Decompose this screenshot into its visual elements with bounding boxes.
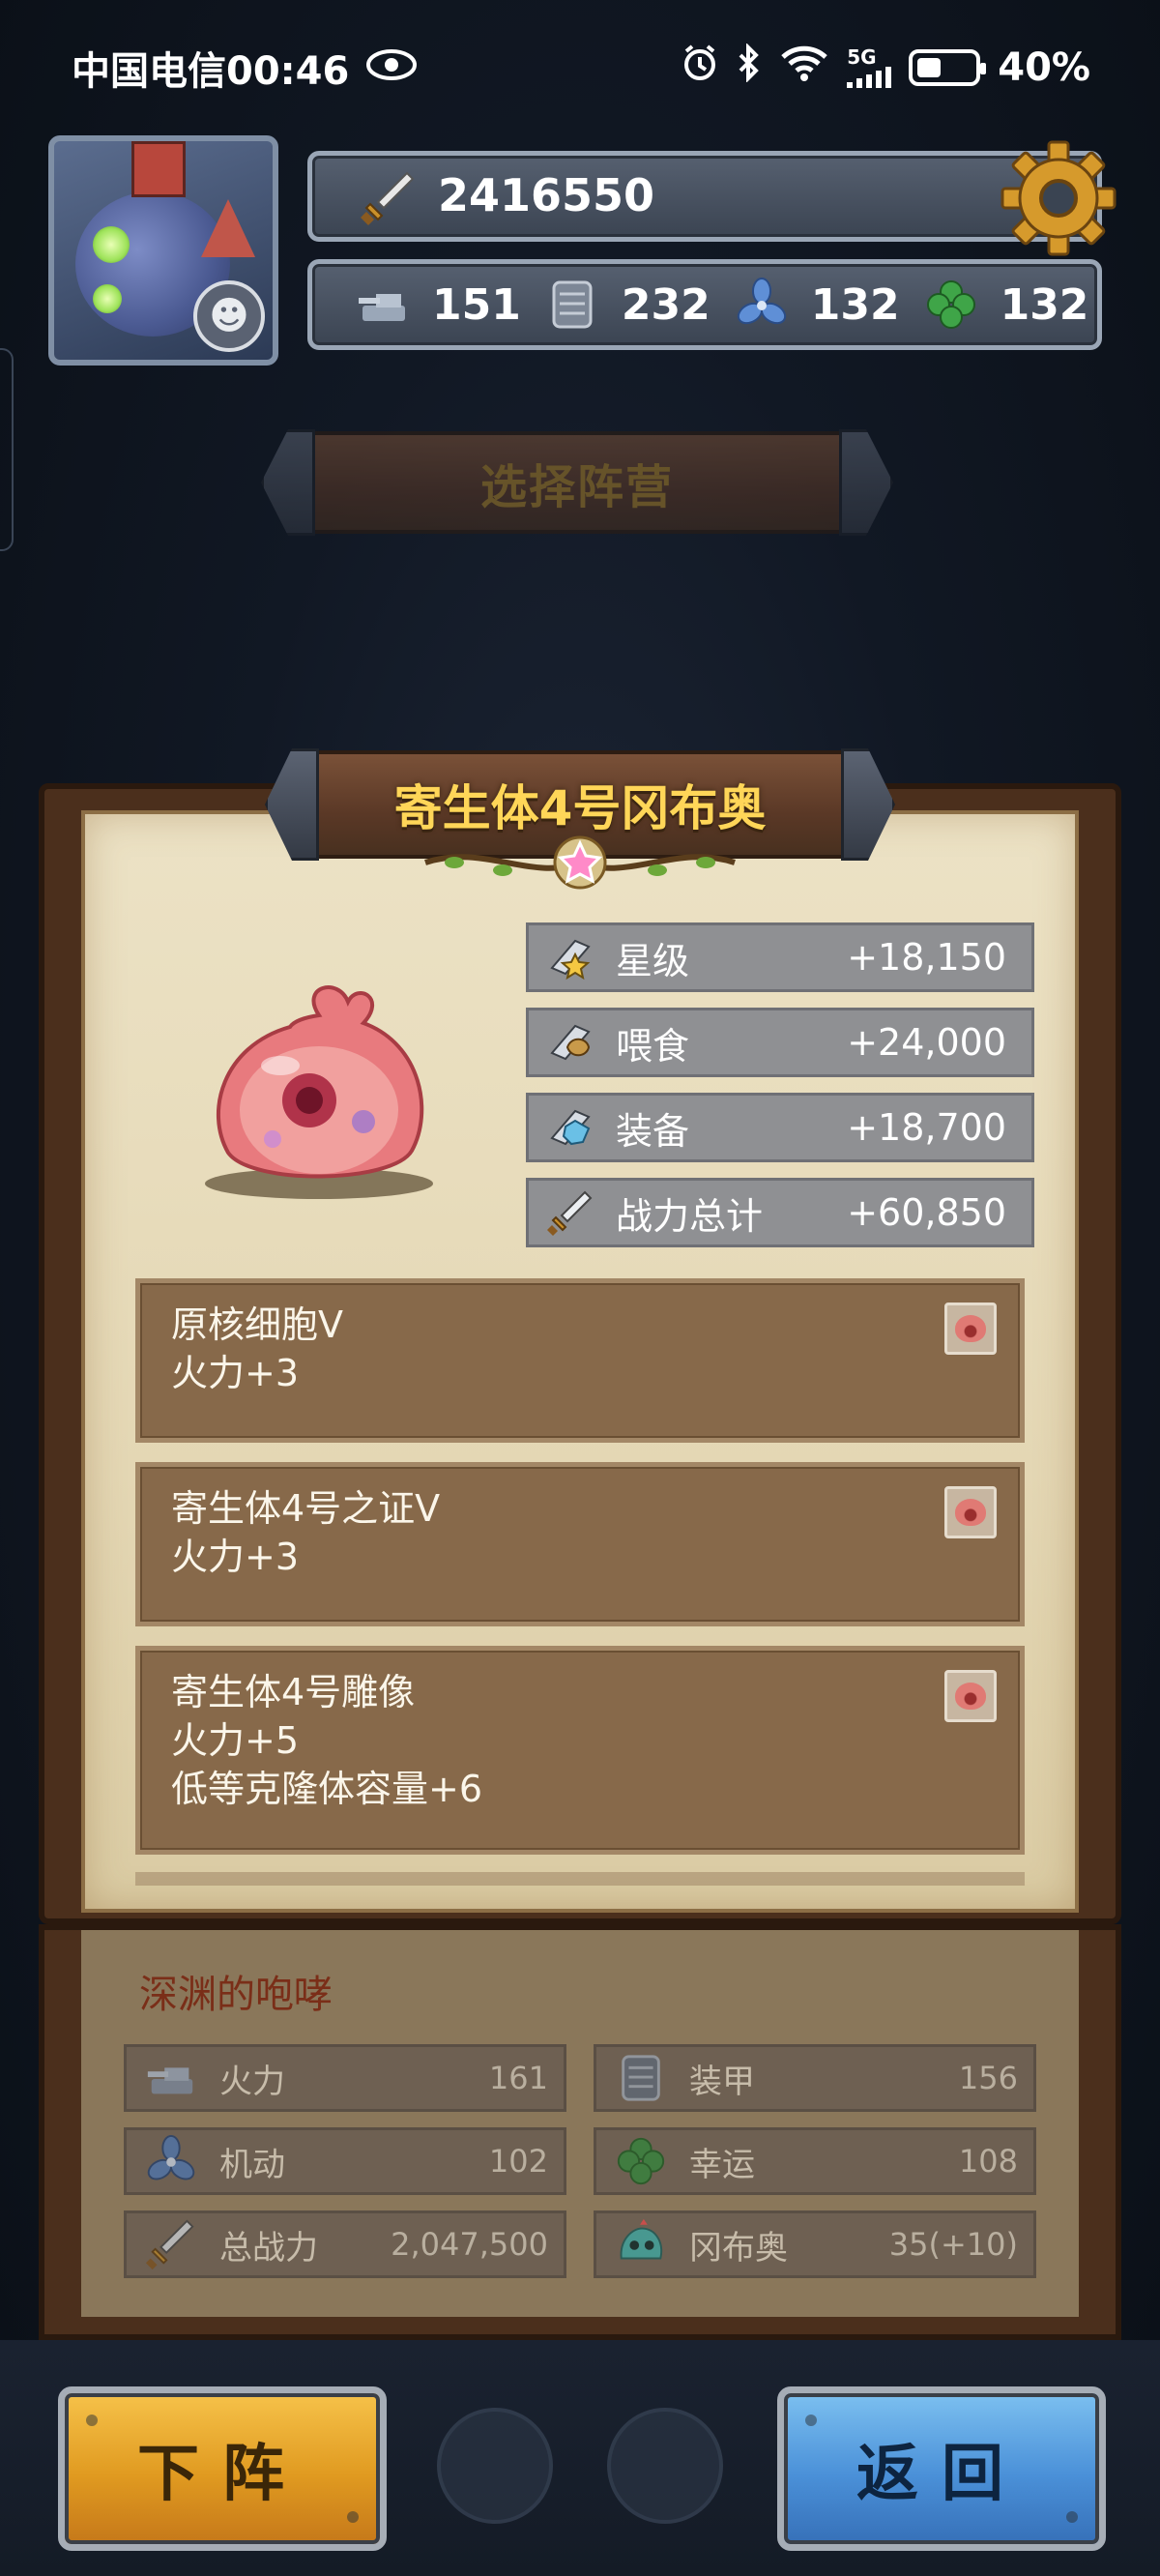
team-attr-firepower: 火力 161 xyxy=(124,2044,566,2112)
status-bar: 中国电信00:46 5G 40% xyxy=(0,0,1160,135)
star-wing-icon xyxy=(550,939,591,981)
skill-title: 原核细胞Ⅴ xyxy=(171,1303,343,1346)
resource-mobility: 132 xyxy=(734,277,900,333)
team-attr-total-power: 总战力 2,047,500 xyxy=(124,2210,566,2278)
combat-power-bar: 2416550 xyxy=(307,140,1116,256)
settings-gear-icon[interactable] xyxy=(999,138,1118,258)
team-attr-mobility: 机动 102 xyxy=(124,2127,566,2195)
skill-card-peek xyxy=(135,1872,1025,1886)
dismiss-label: 下阵 xyxy=(137,2439,307,2510)
robot-cone xyxy=(201,199,255,257)
player-avatar[interactable]: ☻ xyxy=(48,135,278,366)
armor-plate-icon xyxy=(622,2055,660,2101)
resource-luck: 132 xyxy=(923,277,1088,333)
cannon-icon xyxy=(359,294,405,321)
skill-title: 寄生体4号之证Ⅴ xyxy=(171,1487,441,1530)
skill-effect: 火力+3 xyxy=(171,1536,300,1579)
skill-card[interactable]: 寄生体4号之证Ⅴ 火力+3 xyxy=(135,1462,1025,1626)
stat-equipment: 装备 +18,700 xyxy=(526,1093,1034,1162)
armor-plate-icon xyxy=(552,280,593,329)
equip-wing-icon xyxy=(550,1109,591,1146)
dismiss-button[interactable]: 下阵 xyxy=(58,2386,387,2551)
wifi-icon xyxy=(779,44,829,92)
network-type: 5G xyxy=(847,45,877,69)
slime-badge-icon xyxy=(944,1303,997,1355)
stat-star-level: 星级 +18,150 xyxy=(526,922,1034,992)
resource-firepower: 151 xyxy=(355,277,521,333)
skill-title: 寄生体4号雕像 xyxy=(171,1671,416,1713)
stat-feeding: 喂食 +24,000 xyxy=(526,1008,1034,1077)
back-label: 返回 xyxy=(856,2439,1027,2510)
team-title: 深渊的咆哮 xyxy=(139,1973,333,2017)
slime-badge-icon xyxy=(944,1670,997,1722)
clover-icon xyxy=(926,280,975,329)
back-button[interactable]: 返回 xyxy=(777,2386,1106,2551)
eye-icon xyxy=(366,48,418,88)
team-attr-armor: 装甲 156 xyxy=(594,2044,1036,2112)
robot-eye xyxy=(93,226,130,263)
stat-total-power: 战力总计 +60,850 xyxy=(526,1178,1034,1247)
slime-badge-icon xyxy=(944,1486,997,1538)
sword-icon xyxy=(361,171,415,225)
robot-tower xyxy=(131,141,186,197)
skill-effect: 火力+5 xyxy=(171,1719,300,1763)
gumball-icon xyxy=(620,2218,663,2260)
team-attr-luck: 幸运 108 xyxy=(594,2127,1036,2195)
battery-icon xyxy=(909,49,987,86)
propeller-icon xyxy=(737,278,786,325)
battery-level: 40% xyxy=(998,45,1090,90)
scroll-icon xyxy=(607,2408,723,2524)
sword-icon xyxy=(547,1190,593,1236)
star-rank-ornament xyxy=(424,835,736,890)
carrier-time: 中国电信00:46 xyxy=(72,49,350,94)
select-faction-label: 选择阵营 xyxy=(479,460,674,514)
combat-power-value: 2416550 xyxy=(438,169,655,221)
skill-effect: 低等克隆体容量+6 xyxy=(171,1768,483,1811)
ape-badge-icon: ☻ xyxy=(193,280,265,352)
clover-icon xyxy=(617,2137,665,2185)
feed-wing-icon xyxy=(550,1024,591,1061)
rocket-icon xyxy=(437,2408,553,2524)
resource-bar: 151 232 132 132 xyxy=(307,259,1102,350)
robot-eye xyxy=(93,284,122,313)
resource-armor: 232 xyxy=(544,277,710,333)
cannon-icon xyxy=(147,2067,193,2094)
team-attr-gumball: 冈布奥 35(+10) xyxy=(594,2210,1036,2278)
skill-effect: 火力+3 xyxy=(171,1352,300,1395)
side-panel-edge xyxy=(0,348,14,551)
propeller-icon xyxy=(147,2134,195,2181)
sword-icon xyxy=(145,2219,194,2270)
parasite-slime-illustration xyxy=(205,985,433,1199)
skill-card[interactable]: 原核细胞Ⅴ 火力+3 xyxy=(135,1278,1025,1443)
select-faction-button[interactable]: 选择阵营 xyxy=(261,429,893,536)
hero-name: 寄生体4号冈布奥 xyxy=(393,780,767,836)
alarm-icon xyxy=(681,44,719,92)
bluetooth-icon xyxy=(737,43,762,92)
skill-card[interactable]: 寄生体4号雕像 火力+5 低等克隆体容量+6 xyxy=(135,1646,1025,1855)
signal-strength-icon xyxy=(847,67,892,88)
